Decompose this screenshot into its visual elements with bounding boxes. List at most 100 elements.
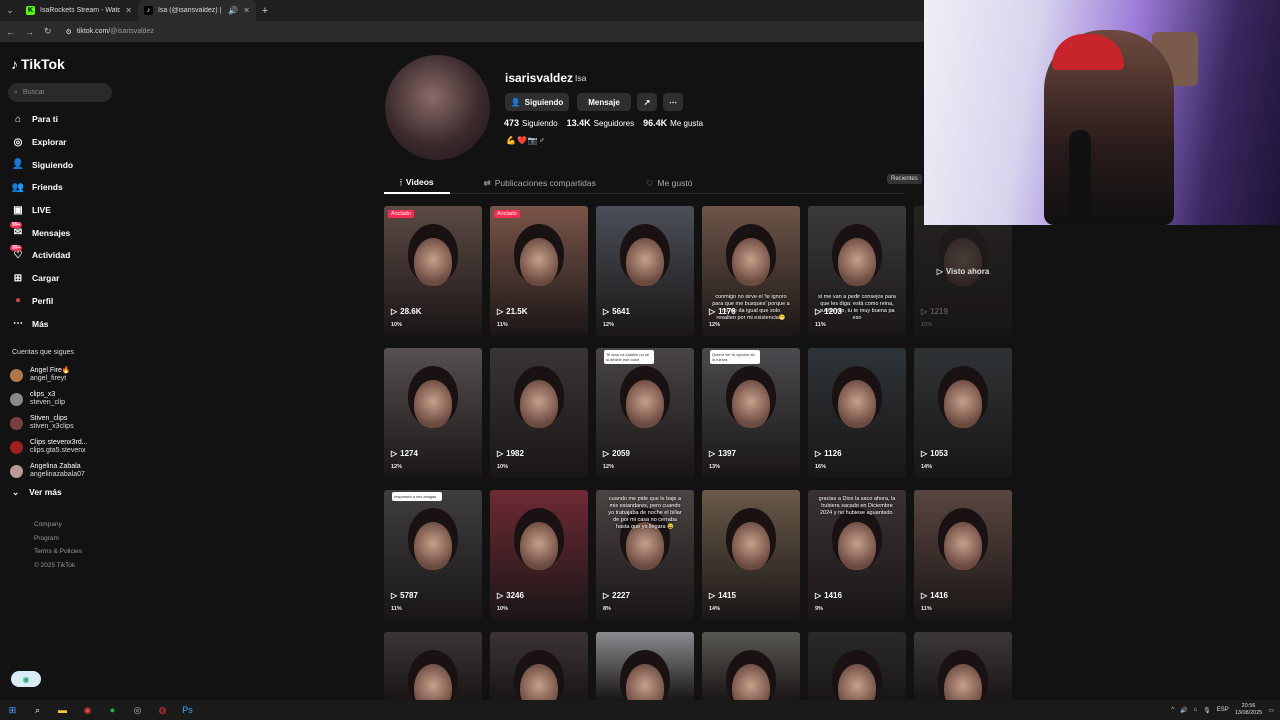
chrome-icon[interactable]: ◉	[75, 700, 100, 720]
sidebar-item-siguiendo[interactable]: 👤 Siguiendo	[0, 153, 125, 176]
chevron-up-icon[interactable]: ^	[1171, 707, 1174, 713]
floating-assistant-button[interactable]: ◉	[11, 671, 41, 687]
video-thumbnail[interactable]: ▷ 5641 12%	[596, 206, 694, 336]
followed-account[interactable]: clips_x3 steven_clip	[10, 387, 125, 411]
browser-tab-kick[interactable]: K IsaRockets Stream - Watch Live ✕	[20, 0, 138, 21]
search-input[interactable]: ⌕ Buscar	[8, 83, 112, 102]
app-icon[interactable]: ◍	[150, 700, 175, 720]
reload-icon[interactable]: ↻	[44, 26, 52, 37]
video-thumbnail[interactable]	[596, 632, 694, 700]
video-thumbnail[interactable]: ▷ 1053 14%	[914, 348, 1012, 478]
footer-company-link[interactable]: Company	[34, 518, 82, 532]
notifications-icon[interactable]: ▭	[1268, 707, 1274, 714]
following-section-title: Cuentas que sigues	[12, 349, 74, 356]
followed-account[interactable]: Angel Fire🔥 angel_fireyt	[10, 363, 125, 387]
video-thumbnail[interactable]: ▷ 1982 10%	[490, 348, 588, 478]
close-tab-icon[interactable]: ✕	[243, 6, 250, 15]
video-thumbnail[interactable]: ▷ 1415 14%	[702, 490, 800, 620]
view-count: ▷ 28.6K	[391, 307, 422, 316]
followed-account[interactable]: Angelina Zabala angelinazabala07	[10, 459, 125, 483]
video-thumbnail[interactable]: si me van a pedir consejos para que les …	[808, 206, 906, 336]
tab-reposts[interactable]: ⇄ Publicaciones compartidas	[468, 172, 612, 194]
windows-start-icon[interactable]: ⊞	[0, 700, 25, 720]
volume-icon[interactable]: 🔊	[1180, 707, 1187, 714]
sidebar-item-actividad[interactable]: ♡ 99+ Actividad	[0, 244, 125, 267]
sidebar-item-para-ti[interactable]: ⌂ Para ti	[0, 108, 125, 131]
input-language[interactable]: ESP	[1217, 707, 1229, 713]
video-thumbnail[interactable]: ▷ 1219 15% ▷ Visto ahora	[914, 206, 1012, 336]
sidebar-item-cargar[interactable]: ⊞ Cargar	[0, 267, 125, 290]
close-tab-icon[interactable]: ✕	[125, 6, 132, 15]
sidebar-item-perfil[interactable]: ● Perfil	[0, 290, 125, 313]
message-button[interactable]: Mensaje	[577, 93, 631, 111]
sort-recent-button[interactable]: Recientes	[887, 174, 922, 184]
url-field[interactable]: ⚙ tiktok.com/@isarisvaldez	[66, 28, 154, 36]
video-thumbnail[interactable]: respuesta a mis amigas ▷ 5787 11%	[384, 490, 482, 620]
network-icon[interactable]: ⌂	[1194, 707, 1198, 713]
view-count: ▷ 21.5K	[497, 307, 528, 316]
followed-account[interactable]: Clips stevenx3rd... clips.gta5.stevenx	[10, 435, 125, 459]
video-thumbnail[interactable]: ▷ 3246 10%	[490, 490, 588, 620]
view-count-value: 28.6K	[400, 307, 422, 316]
engagement-percent: 12%	[603, 322, 615, 328]
tab-list-icon[interactable]: ⌄	[0, 0, 20, 21]
sidebar-item-label: Más	[32, 318, 49, 329]
tiktok-logo[interactable]: ♪ TikTok	[11, 56, 65, 72]
account-name: clips_x3	[30, 391, 56, 398]
friends-icon: 👥	[11, 181, 25, 193]
video-thumbnail[interactable]: Anclado ▷ 21.5K 11%	[490, 206, 588, 336]
account-username: clips.gta5.stevenx	[30, 447, 86, 454]
video-thumbnail[interactable]: ▷ 1416 11%	[914, 490, 1012, 620]
search-icon[interactable]: ⌕	[25, 700, 50, 720]
assistant-icon: ◉	[22, 674, 30, 684]
video-thumbnail[interactable]	[914, 632, 1012, 700]
back-icon[interactable]: ←	[6, 27, 15, 37]
footer-program-link[interactable]: Program	[34, 532, 82, 546]
footer-terms-link[interactable]: Terms & Policies	[34, 545, 82, 559]
view-count: ▷ 1982	[497, 449, 524, 458]
tab-liked[interactable]: ♡ Me gustó	[630, 172, 709, 194]
engagement-percent: 14%	[921, 464, 933, 470]
sidebar-item-friends[interactable]: 👥 Friends	[0, 176, 125, 199]
video-caption: cuando me pide que le baje a mis estanda…	[608, 496, 682, 530]
video-thumbnail[interactable]: Te amo mi cabello no sé si decirle ese c…	[596, 348, 694, 478]
notification-badge: 99+	[10, 222, 23, 229]
video-thumbnail[interactable]: Quiero ver tu opinión de la fuerza ▷ 1397 1…	[702, 348, 800, 478]
forward-icon[interactable]: →	[25, 27, 34, 37]
ver-mas-button[interactable]: ⌄ Ver más	[12, 487, 62, 498]
share-button[interactable]: ↗	[637, 93, 657, 111]
video-thumbnail[interactable]: Anclado ▷ 28.6K 10%	[384, 206, 482, 336]
avatar	[10, 464, 23, 478]
video-thumbnail[interactable]: ▷ 1274 12%	[384, 348, 482, 478]
sidebar-item-más[interactable]: ⋯ Más	[0, 312, 125, 335]
spotify-icon[interactable]: ●	[100, 700, 125, 720]
view-count: ▷ 1274	[391, 449, 418, 458]
sidebar-item-mensajes[interactable]: ✉ 99+ Mensajes	[0, 221, 125, 244]
new-tab-button[interactable]: +	[256, 5, 274, 17]
video-thumbnail[interactable]: gracias a Dios la saco ahora, la hubiera…	[808, 490, 906, 620]
speaker-icon[interactable]: 🔊	[228, 6, 238, 15]
sidebar-item-live[interactable]: ▣ LIVE	[0, 199, 125, 222]
video-thumbnail[interactable]: cuando me pide que le baje a mis estanda…	[596, 490, 694, 620]
video-thumbnail[interactable]	[490, 632, 588, 700]
tab-videos[interactable]: ⦙ Videos	[384, 172, 450, 194]
engagement-percent: 14%	[709, 606, 721, 612]
view-count: ▷ 3246	[497, 591, 524, 600]
followed-account[interactable]: Stiven_clips stiven_x3clips	[10, 411, 125, 435]
video-thumbnail[interactable]	[808, 632, 906, 700]
more-options-button[interactable]: ⋯	[663, 93, 683, 111]
file-explorer-icon[interactable]: ▬	[50, 700, 75, 720]
video-thumbnail[interactable]	[384, 632, 482, 700]
video-thumbnail[interactable]	[702, 632, 800, 700]
browser-tab-tiktok[interactable]: ♪ Isa (@isarisvaldez) | TikTok 🔊 ✕	[138, 0, 256, 21]
clock[interactable]: 20:56 13/08/2025	[1235, 703, 1263, 717]
video-thumbnail[interactable]: ▷ 1126 16%	[808, 348, 906, 478]
video-person-image	[626, 380, 664, 428]
following-button[interactable]: 👤 Siguiendo	[505, 93, 569, 111]
microphone-icon[interactable]: 🎙	[1203, 707, 1211, 714]
obs-icon[interactable]: ◎	[125, 700, 150, 720]
site-info-icon[interactable]: ⚙	[66, 28, 72, 36]
photoshop-icon[interactable]: Ps	[175, 700, 200, 720]
sidebar-item-explorar[interactable]: ◎ Explorar	[0, 131, 125, 154]
video-thumbnail[interactable]: conmigo no sirve el 'te ignoro para que …	[702, 206, 800, 336]
